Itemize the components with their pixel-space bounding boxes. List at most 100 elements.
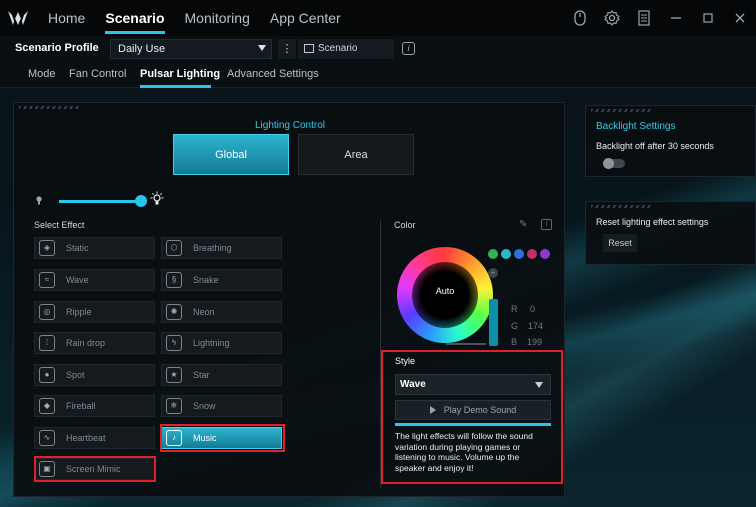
tab-mode[interactable]: Mode: [28, 68, 56, 80]
effect-label: Snake: [193, 275, 219, 285]
style-label: Style: [395, 356, 416, 366]
effect-label: Heartbeat: [66, 433, 106, 443]
reset-button[interactable]: Reset: [603, 234, 637, 252]
nav-tab-app-center[interactable]: App Center: [270, 0, 341, 36]
effect-label: Lightning: [193, 338, 230, 348]
preset-color-swatch[interactable]: [488, 249, 498, 259]
lightning-icon: ϟ: [166, 335, 182, 351]
ripple-icon: ◎: [39, 304, 55, 320]
style-select[interactable]: Wave: [395, 374, 551, 395]
play-demo-sound-button[interactable]: Play Demo Sound: [395, 400, 551, 420]
effect-spot-button[interactable]: ● Spot: [34, 364, 155, 386]
nav-tab-monitoring[interactable]: Monitoring: [185, 0, 250, 36]
tab-fan-control[interactable]: Fan Control: [69, 68, 126, 80]
chevron-down-icon: [535, 382, 543, 388]
close-icon[interactable]: [724, 0, 756, 36]
effect-label: Rain drop: [66, 338, 106, 348]
color-info-icon[interactable]: i: [541, 219, 552, 230]
snow-icon: ❄: [166, 398, 182, 414]
green-label: G: [511, 321, 519, 331]
highlight-music: [160, 424, 285, 452]
scenario-profile-value: Daily Use: [118, 43, 166, 55]
backlight-toggle[interactable]: [603, 158, 625, 169]
effect-ripple-button[interactable]: ◎ Ripple: [34, 301, 155, 323]
blue-value[interactable]: 199: [527, 337, 542, 347]
effect-snake-button[interactable]: § Snake: [161, 269, 282, 291]
fireball-icon: ◆: [39, 398, 55, 414]
wave-icon: ≈: [39, 272, 55, 288]
effect-label: Static: [66, 243, 89, 253]
dim-bulb-icon: [36, 196, 42, 205]
preset-color-swatch[interactable]: [514, 249, 524, 259]
top-nav-bar: Home Scenario Monitoring App Center: [0, 0, 756, 36]
chevron-down-icon: [258, 45, 266, 51]
effect-label: Ripple: [66, 307, 92, 317]
breathing-icon: ⬡: [166, 240, 182, 256]
active-tab-indicator: [140, 85, 211, 88]
nav-tab-scenario[interactable]: Scenario: [105, 0, 165, 36]
more-options-button[interactable]: ⋮: [278, 39, 296, 59]
add-color-button[interactable]: +: [488, 268, 498, 278]
effect-label: Fireball: [66, 401, 96, 411]
backlight-off-label: Backlight off after 30 seconds: [596, 141, 714, 151]
predator-logo-icon: [0, 0, 36, 36]
effect-label: Neon: [193, 307, 215, 317]
tab-pulsar-lighting[interactable]: Pulsar Lighting: [140, 68, 220, 80]
effect-lightning-button[interactable]: ϟ Lightning: [161, 332, 282, 354]
maximize-icon[interactable]: [692, 0, 724, 36]
panel-decoration: [19, 106, 79, 109]
neon-icon: ✺: [166, 304, 182, 320]
lighting-control-title: Lighting Control: [254, 120, 326, 131]
settings-gear-icon[interactable]: [596, 0, 628, 36]
scenario-profile-select[interactable]: Daily Use: [110, 39, 272, 59]
red-value[interactable]: 0: [530, 304, 535, 314]
preset-color-swatch[interactable]: [501, 249, 511, 259]
effect-static-button[interactable]: ◈ Static: [34, 237, 155, 259]
color-mode-label: Auto: [435, 286, 455, 296]
green-value[interactable]: 174: [528, 321, 543, 331]
star-icon: ★: [166, 367, 182, 383]
backlight-settings-panel: Backlight Settings Backlight off after 3…: [585, 105, 756, 177]
effect-star-button[interactable]: ★ Star: [161, 364, 282, 386]
brightness-slider-handle[interactable]: [135, 195, 147, 207]
profile-bar: Scenario Profile Daily Use ⋮ Scenario Ma…: [0, 36, 756, 74]
color-preview-bar: [489, 299, 498, 346]
style-value: Wave: [400, 379, 426, 390]
sound-level-bar: [395, 423, 551, 426]
eyedropper-icon[interactable]: ✎: [519, 219, 527, 230]
red-channel: R 0: [511, 304, 535, 314]
effect-fireball-button[interactable]: ◆ Fireball: [34, 395, 155, 417]
scenario-manager-button[interactable]: Scenario Manager: [298, 39, 394, 74]
mouse-icon[interactable]: [564, 0, 596, 36]
color-label: Color: [394, 220, 416, 230]
effect-label: Snow: [193, 401, 216, 411]
nav-tab-home[interactable]: Home: [48, 0, 85, 36]
play-icon: [429, 406, 436, 414]
red-label: R: [511, 304, 518, 314]
effect-rain-drop-button[interactable]: ⁞ Rain drop: [34, 332, 155, 354]
effect-label: Spot: [66, 370, 85, 380]
effect-neon-button[interactable]: ✺ Neon: [161, 301, 282, 323]
backlight-settings-title: Backlight Settings: [596, 121, 676, 132]
effect-snow-button[interactable]: ❄ Snow: [161, 395, 282, 417]
blue-channel: B 199: [511, 337, 542, 347]
global-button[interactable]: Global: [173, 134, 289, 175]
brightness-slider-track[interactable]: [59, 200, 141, 203]
static-icon: ◈: [39, 240, 55, 256]
effect-breathing-button[interactable]: ⬡ Breathing: [161, 237, 282, 259]
effect-heartbeat-button[interactable]: ∿ Heartbeat: [34, 427, 155, 449]
preset-color-swatch[interactable]: [527, 249, 537, 259]
preset-color-swatch[interactable]: [540, 249, 550, 259]
blue-label: B: [511, 337, 518, 347]
sliders-icon[interactable]: [628, 0, 660, 36]
minimize-icon[interactable]: [660, 0, 692, 36]
reset-lighting-title: Reset lighting effect settings: [596, 217, 709, 227]
spot-icon: ●: [39, 367, 55, 383]
list-icon: [304, 44, 314, 53]
tab-advanced-settings[interactable]: Advanced Settings: [227, 68, 319, 80]
area-button[interactable]: Area: [298, 134, 414, 175]
effect-wave-button[interactable]: ≈ Wave: [34, 269, 155, 291]
effect-label: Wave: [66, 275, 89, 285]
info-icon[interactable]: i: [402, 42, 415, 55]
effect-label: Breathing: [193, 243, 232, 253]
